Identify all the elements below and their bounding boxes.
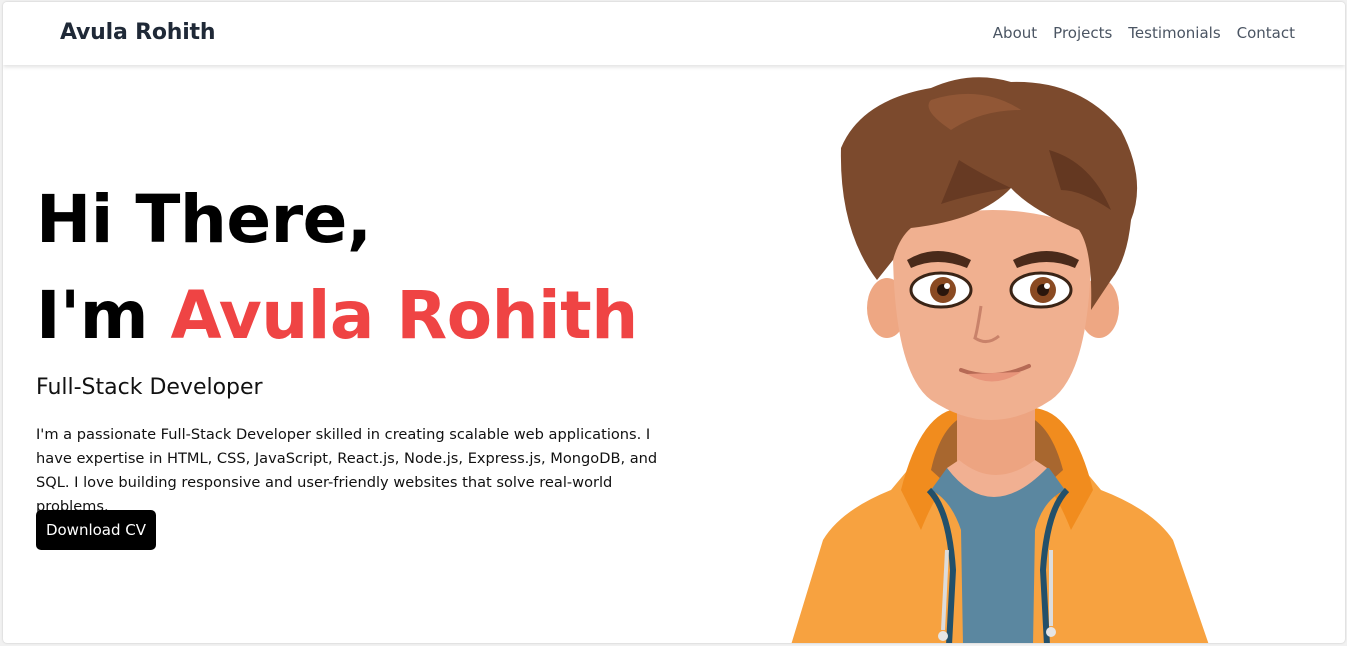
navbar: Avula Rohith About Projects Testimonials… (3, 2, 1345, 65)
page: Avula Rohith About Projects Testimonials… (3, 2, 1345, 643)
download-cv-button[interactable]: Download CV (36, 510, 156, 550)
hero-greeting: Hi There, (36, 181, 372, 258)
brand-logo[interactable]: Avula Rohith (60, 20, 216, 45)
nav-link-projects[interactable]: Projects (1053, 24, 1112, 42)
face (892, 210, 1092, 420)
hero-bio: I'm a passionate Full-Stack Developer sk… (36, 426, 658, 515)
nav-link-about[interactable]: About (993, 24, 1037, 42)
avatar-illustration (791, 77, 1209, 643)
hero-title: Hi There, I'm Avula Rohith (36, 172, 638, 364)
nav-links: About Projects Testimonials Contact (993, 24, 1295, 42)
nav-link-contact[interactable]: Contact (1237, 24, 1295, 42)
nav-link-testimonials[interactable]: Testimonials (1128, 24, 1220, 42)
hero-role: Full-Stack Developer (36, 375, 263, 400)
hero-intro-prefix: I'm (36, 277, 149, 354)
hero-name: Avula Rohith (170, 277, 639, 354)
